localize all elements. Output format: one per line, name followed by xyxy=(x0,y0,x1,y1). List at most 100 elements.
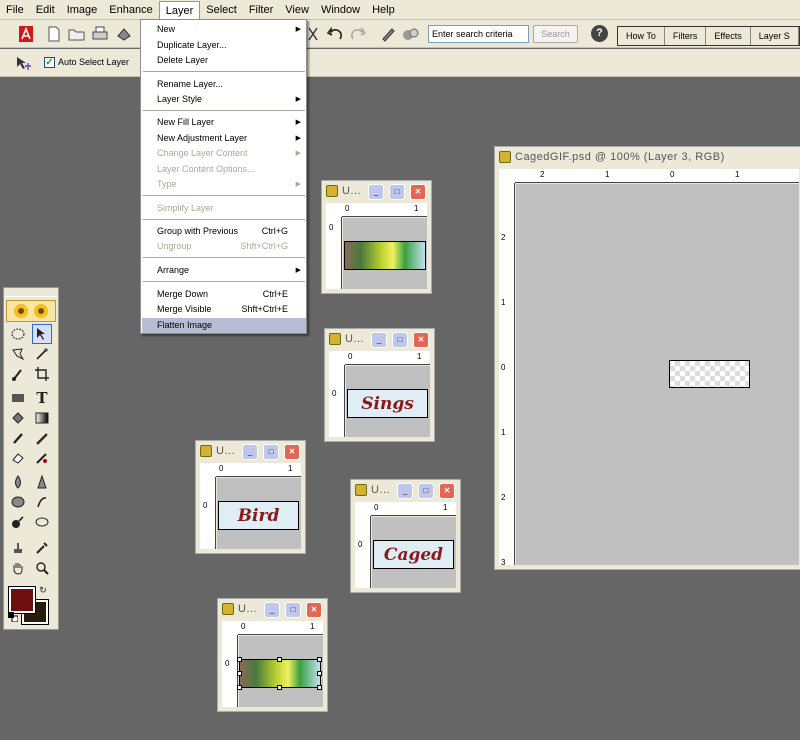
close-button[interactable]: ✕ xyxy=(439,483,455,499)
document-titlebar[interactable]: U... _ □ ✕ xyxy=(196,441,305,463)
transform-handle[interactable] xyxy=(237,657,242,662)
tab-effects[interactable]: Effects xyxy=(706,27,751,45)
menu-item-delete-layer[interactable]: Delete Layer xyxy=(142,53,306,68)
minimize-button[interactable]: _ xyxy=(397,483,413,499)
transform-handle[interactable] xyxy=(317,671,322,676)
transform-handle[interactable] xyxy=(317,685,322,690)
menu-layer[interactable]: Layer xyxy=(158,0,201,21)
minimize-button[interactable]: _ xyxy=(368,184,384,200)
menu-filter[interactable]: Filter xyxy=(243,1,279,19)
paint-bucket-icon[interactable] xyxy=(8,408,28,428)
shape-tool-icon[interactable] xyxy=(8,388,28,408)
menu-item-merge-down[interactable]: Merge Down Ctrl+E xyxy=(142,287,306,302)
cookie-cutter-icon[interactable] xyxy=(32,512,52,532)
menu-item-rename-layer[interactable]: Rename Layer... xyxy=(142,77,306,92)
document-canvas[interactable]: Sings xyxy=(346,366,430,437)
swap-colors-icon[interactable]: ↻ xyxy=(37,584,49,596)
save-web-icon[interactable] xyxy=(114,24,134,44)
menu-item-new[interactable]: New ▶ xyxy=(142,22,306,37)
move-tool-icon[interactable] xyxy=(32,324,52,344)
close-button[interactable]: ✕ xyxy=(410,184,426,200)
menu-window[interactable]: Window xyxy=(315,1,366,19)
menu-item-new-fill-layer[interactable]: New Fill Layer ▶ xyxy=(142,115,306,130)
blur-tool-icon[interactable] xyxy=(8,472,28,492)
menu-help[interactable]: Help xyxy=(366,1,401,19)
burn-tool-icon[interactable] xyxy=(8,512,28,532)
document-canvas[interactable] xyxy=(343,218,427,289)
close-button[interactable]: ✕ xyxy=(306,602,322,618)
document-titlebar[interactable]: U... _ □ ✕ xyxy=(325,329,434,351)
maximize-button[interactable]: □ xyxy=(389,184,405,200)
smudge-tool-icon[interactable] xyxy=(32,492,52,512)
move-tool-icon[interactable] xyxy=(14,53,34,73)
crop-tool-icon[interactable] xyxy=(32,364,52,384)
maximize-button[interactable]: □ xyxy=(263,444,279,460)
menu-item-layer-style[interactable]: Layer Style ▶ xyxy=(142,92,306,107)
transform-handle[interactable] xyxy=(277,685,282,690)
menu-item-group-with-previous[interactable]: Group with Previous Ctrl+G xyxy=(142,224,306,239)
zoom-tool-icon[interactable] xyxy=(32,558,52,578)
brush-tool-icon[interactable] xyxy=(8,428,28,448)
selection-brush-icon[interactable] xyxy=(8,364,28,384)
type-tool-icon[interactable]: T xyxy=(32,388,52,408)
minimize-button[interactable]: _ xyxy=(242,444,258,460)
menu-file[interactable]: File xyxy=(0,1,30,19)
main-canvas[interactable] xyxy=(516,184,799,565)
menu-enhance[interactable]: Enhance xyxy=(103,1,158,19)
menu-image[interactable]: Image xyxy=(61,1,104,19)
magic-wand-icon[interactable] xyxy=(32,344,52,364)
menu-view[interactable]: View xyxy=(279,1,315,19)
document-titlebar[interactable]: U... _ □ ✕ xyxy=(351,480,460,502)
main-document-titlebar[interactable]: CagedGIF.psd @ 100% (Layer 3, RGB) xyxy=(495,147,800,169)
eraser-tool-icon[interactable] xyxy=(8,448,28,468)
clone-stamp-icon[interactable] xyxy=(8,538,28,558)
tab-how-to[interactable]: How To xyxy=(618,27,665,45)
menu-item-new-adjustment-layer[interactable]: New Adjustment Layer ▶ xyxy=(142,131,306,146)
minimize-button[interactable]: _ xyxy=(264,602,280,618)
transform-handle[interactable] xyxy=(317,657,322,662)
document-canvas[interactable]: Caged xyxy=(372,517,456,588)
undo-icon[interactable] xyxy=(325,24,345,44)
menu-item-duplicate-layer[interactable]: Duplicate Layer... xyxy=(142,38,306,53)
document-canvas[interactable] xyxy=(237,636,323,707)
menu-item-merge-visible[interactable]: Merge Visible Shft+Ctrl+E xyxy=(142,302,306,317)
document-canvas[interactable]: Bird xyxy=(217,478,301,549)
menu-item-flatten-image[interactable]: Flatten Image xyxy=(142,318,306,333)
document-titlebar[interactable]: U... _ □ ✕ xyxy=(218,599,327,621)
maximize-button[interactable]: □ xyxy=(418,483,434,499)
toolbox-grip[interactable] xyxy=(4,288,58,297)
red-eye-brush-icon[interactable] xyxy=(32,448,52,468)
pencil-tool-icon[interactable] xyxy=(32,428,52,448)
redo-icon[interactable] xyxy=(348,24,368,44)
default-colors-icon[interactable] xyxy=(8,612,18,622)
close-button[interactable]: ✕ xyxy=(284,444,300,460)
foreground-color-swatch[interactable] xyxy=(8,586,36,614)
document-titlebar[interactable]: U... _ □ ✕ xyxy=(322,181,431,203)
search-button[interactable]: Search xyxy=(533,25,578,43)
color-brush-icon[interactable] xyxy=(378,24,398,44)
print-icon[interactable] xyxy=(90,24,110,44)
transform-handle[interactable] xyxy=(237,671,242,676)
close-button[interactable]: ✕ xyxy=(413,332,429,348)
maximize-button[interactable]: □ xyxy=(392,332,408,348)
lasso-tool-icon[interactable] xyxy=(8,344,28,364)
menu-select[interactable]: Select xyxy=(200,1,243,19)
search-input[interactable]: Enter search criteria xyxy=(428,25,529,43)
gradient-tool-icon[interactable] xyxy=(32,408,52,428)
transform-handle[interactable] xyxy=(277,657,282,662)
maximize-button[interactable]: □ xyxy=(285,602,301,618)
sharpen-tool-icon[interactable] xyxy=(32,472,52,492)
menu-item-arrange[interactable]: Arrange ▶ xyxy=(142,263,306,278)
hand-tool-icon[interactable] xyxy=(8,558,28,578)
open-folder-icon[interactable] xyxy=(67,24,87,44)
tab-filters[interactable]: Filters xyxy=(664,27,707,45)
tab-layer-styles[interactable]: Layer S xyxy=(750,27,799,45)
minimize-button[interactable]: _ xyxy=(371,332,387,348)
media-browser-icon[interactable] xyxy=(401,24,421,44)
eyedropper-icon[interactable] xyxy=(32,538,52,558)
sponge-tool-icon[interactable] xyxy=(8,492,28,512)
transform-handle[interactable] xyxy=(237,685,242,690)
help-icon[interactable]: ? xyxy=(591,25,608,42)
menu-edit[interactable]: Edit xyxy=(30,1,61,19)
auto-select-checkbox[interactable]: ✓ xyxy=(44,57,55,68)
